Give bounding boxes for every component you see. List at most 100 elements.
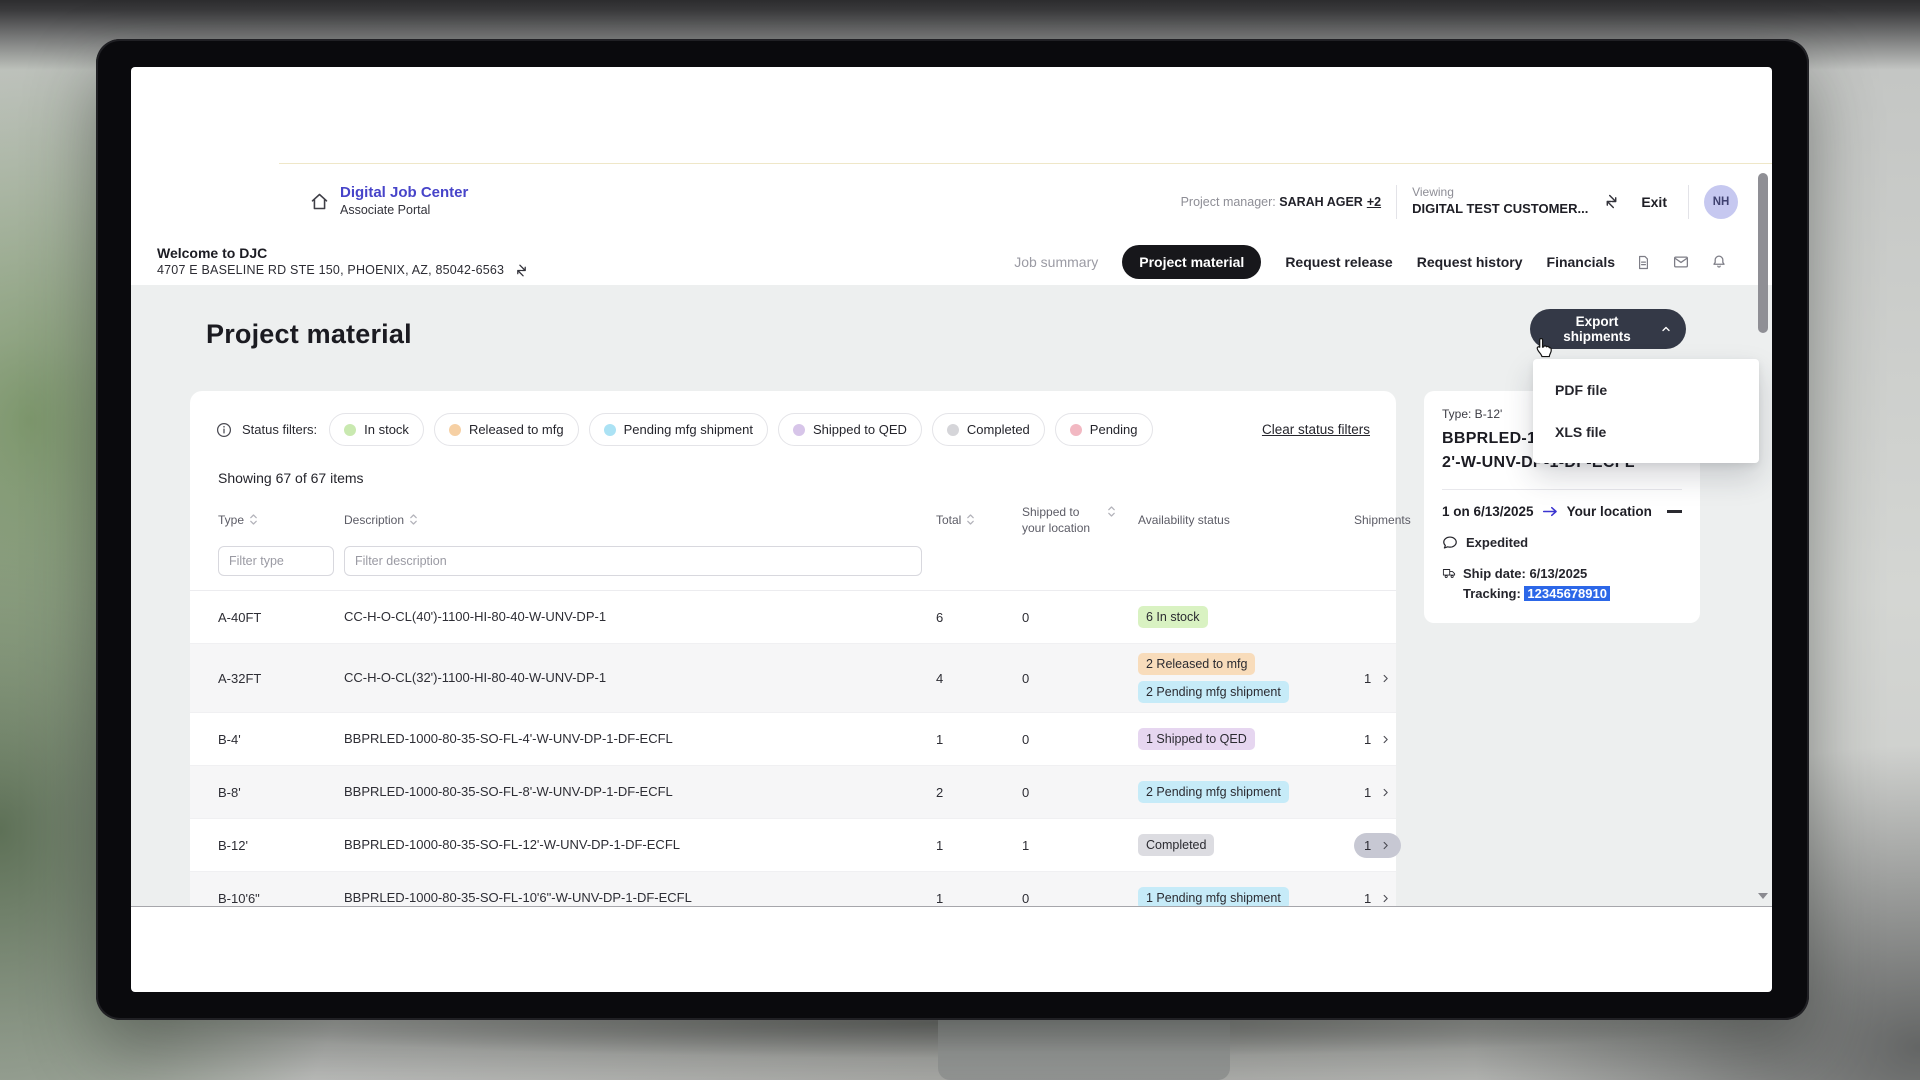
chevron-right-icon [1380, 673, 1391, 684]
switch-job-icon[interactable] [514, 263, 529, 278]
cell-availability-status: 2 Pending mfg shipment [1138, 781, 1354, 803]
shipments-count: 1 [1364, 671, 1371, 686]
sort-icon[interactable] [409, 513, 418, 526]
table-row[interactable]: B-4'BBPRLED-1000-80-35-SO-FL-4'-W-UNV-DP… [190, 713, 1396, 766]
sort-icon[interactable] [966, 513, 975, 526]
status-filter-completed[interactable]: Completed [932, 413, 1045, 446]
comment-bubble-icon [1442, 535, 1458, 550]
sort-icon[interactable] [1107, 505, 1116, 518]
status-filter-pending-mfg-shipment[interactable]: Pending mfg shipment [589, 413, 768, 446]
truck-icon [1442, 567, 1456, 579]
info-icon[interactable] [216, 422, 232, 438]
clear-status-filters-link[interactable]: Clear status filters [1262, 422, 1370, 437]
exit-button[interactable]: Exit [1641, 194, 1667, 210]
switch-customer-icon[interactable] [1603, 193, 1620, 210]
sort-icon[interactable] [249, 513, 258, 526]
status-filter-label: Released to mfg [469, 422, 564, 437]
shipments-link[interactable]: 1 [1354, 833, 1401, 858]
nav-item-project-material[interactable]: Project material [1122, 245, 1261, 279]
notifications-bell-icon[interactable] [1710, 253, 1728, 271]
main-content: Project material Export shipments PDF fi… [131, 285, 1772, 906]
viewing-label: Viewing [1412, 185, 1588, 201]
mail-icon[interactable] [1672, 253, 1690, 271]
cell-availability-status: 1 Pending mfg shipment [1138, 887, 1354, 906]
table-row[interactable]: B-10'6"BBPRLED-1000-80-35-SO-FL-10'6"-W-… [190, 872, 1396, 906]
cell-shipped: 0 [1022, 610, 1138, 625]
desk-photo-background: Digital Job Center Associate Portal Proj… [0, 0, 1920, 1080]
user-avatar[interactable]: NH [1704, 185, 1738, 219]
viewing-block: Viewing DIGITAL TEST CUSTOMER... [1412, 185, 1588, 217]
status-filter-label: Shipped to QED [813, 422, 907, 437]
nav-item-job-summary[interactable]: Job summary [1014, 254, 1098, 270]
cell-description: BBPRLED-1000-80-35-SO-FL-8'-W-UNV-DP-1-D… [344, 783, 936, 802]
cell-shipments: 1 [1354, 833, 1401, 858]
export-shipments-button[interactable]: Export shipments [1530, 309, 1686, 349]
project-manager-more-link[interactable]: +2 [1367, 195, 1381, 209]
collapse-minus-button[interactable] [1667, 510, 1682, 512]
chevron-right-icon [1380, 734, 1391, 745]
welcome-title: Welcome to DJC [157, 245, 529, 263]
cell-total: 4 [936, 671, 1022, 686]
status-filter-shipped-to-qed[interactable]: Shipped to QED [778, 413, 922, 446]
cell-description: BBPRLED-1000-80-35-SO-FL-10'6"-W-UNV-DP-… [344, 889, 936, 906]
filter-description-input[interactable] [344, 546, 922, 576]
export-menu-item-xls-file[interactable]: XLS file [1533, 411, 1759, 453]
cell-description: CC-H-O-CL(32')-1100-HI-80-40-W-UNV-DP-1 [344, 669, 936, 688]
material-table-card: Status filters: In stockReleased to mfgP… [190, 391, 1396, 906]
status-badge: Completed [1138, 834, 1214, 856]
status-filter-in-stock[interactable]: In stock [329, 413, 424, 446]
brand-home-link[interactable]: Digital Job Center Associate Portal [309, 184, 468, 218]
column-header-availability: Availability status [1138, 512, 1230, 528]
nav-item-financials[interactable]: Financials [1547, 254, 1615, 270]
status-dot [793, 424, 805, 436]
shipments-link[interactable]: 1 [1354, 727, 1401, 752]
cell-total: 1 [936, 838, 1022, 853]
column-header-shipped: Shipped to your location [1022, 504, 1102, 536]
table-row[interactable]: B-8'BBPRLED-1000-80-35-SO-FL-8'-W-UNV-DP… [190, 766, 1396, 819]
expedited-label: Expedited [1466, 535, 1528, 550]
tracking-number-selected[interactable]: 12345678910 [1524, 586, 1610, 601]
cell-type: A-32FT [218, 671, 344, 686]
documents-icon[interactable] [1635, 254, 1652, 271]
cell-type: A-40FT [218, 610, 344, 625]
cell-shipped: 1 [1022, 838, 1138, 853]
shipments-link[interactable]: 1 [1354, 666, 1401, 691]
shipments-link[interactable]: 1 [1354, 886, 1401, 906]
divider [1688, 185, 1689, 219]
job-address: 4707 E BASELINE RD STE 150, PHOENIX, AZ,… [157, 263, 504, 279]
page-scrollbar [1757, 165, 1769, 903]
status-filter-pending[interactable]: Pending [1055, 413, 1153, 446]
status-filter-released-to-mfg[interactable]: Released to mfg [434, 413, 579, 446]
table-row[interactable]: A-40FTCC-H-O-CL(40')-1100-HI-80-40-W-UNV… [190, 591, 1396, 644]
arrow-right-icon [1542, 505, 1559, 518]
table-row[interactable]: A-32FTCC-H-O-CL(32')-1100-HI-80-40-W-UNV… [190, 644, 1396, 713]
status-filter-label: Completed [967, 422, 1030, 437]
table-body: A-40FTCC-H-O-CL(40')-1100-HI-80-40-W-UNV… [190, 591, 1396, 906]
status-badge: 2 Pending mfg shipment [1138, 681, 1289, 703]
status-filters-bar: Status filters: In stockReleased to mfgP… [190, 391, 1396, 454]
nav-item-request-history[interactable]: Request history [1417, 254, 1523, 270]
project-manager-text: Project manager: SARAH AGER+2 [1181, 195, 1382, 209]
cell-shipped: 0 [1022, 891, 1138, 906]
cell-type: B-12' [218, 838, 344, 853]
cell-shipped: 0 [1022, 671, 1138, 686]
status-filter-label: In stock [364, 422, 409, 437]
main-nav: Job summary Project material Request relea… [1014, 245, 1615, 279]
cell-availability-status: Completed [1138, 834, 1354, 856]
table-header-row: Type Description Total Shipped to your l… [190, 494, 1396, 544]
cell-type: B-10'6" [218, 891, 344, 906]
nav-item-request-release[interactable]: Request release [1285, 254, 1392, 270]
page-title: Project material [206, 319, 412, 349]
scrollbar-thumb[interactable] [1758, 173, 1768, 333]
cell-shipments: 1 [1354, 666, 1401, 691]
job-header-bar: Welcome to DJC 4707 E BASELINE RD STE 15… [131, 239, 1772, 285]
scrollbar-down-arrow[interactable] [1758, 893, 1768, 899]
shipments-link[interactable]: 1 [1354, 780, 1401, 805]
divider [1442, 489, 1682, 490]
cell-total: 2 [936, 785, 1022, 800]
table-row[interactable]: B-12'BBPRLED-1000-80-35-SO-FL-12'-W-UNV-… [190, 819, 1396, 872]
project-manager-name: SARAH AGER [1279, 195, 1363, 209]
status-filter-label: Pending [1090, 422, 1138, 437]
export-menu-item-pdf-file[interactable]: PDF file [1533, 369, 1759, 411]
filter-type-input[interactable] [218, 546, 334, 576]
